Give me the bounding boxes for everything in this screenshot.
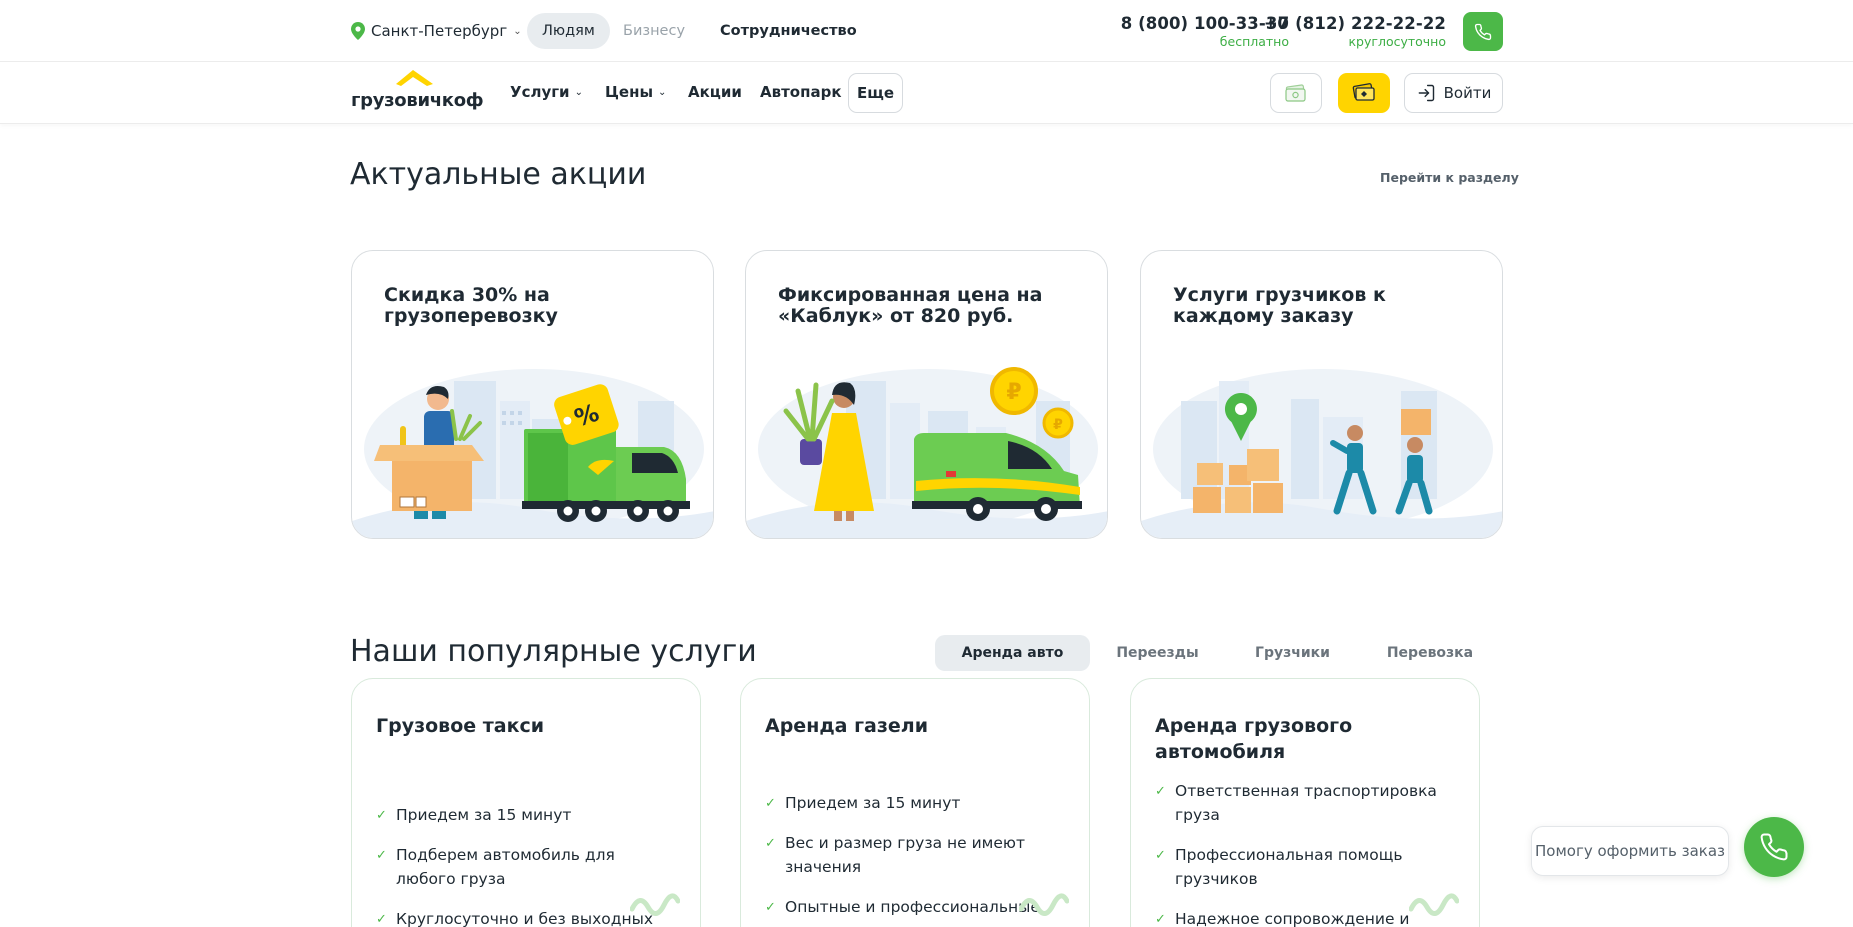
phone-number[interactable]: +7 (812) 222-22-22: [1264, 14, 1446, 33]
chevron-down-icon: ⌄: [513, 25, 522, 37]
promos-title: Актуальные акции: [350, 157, 647, 192]
squiggle-decor-icon: [1019, 893, 1069, 916]
bonus-button[interactable]: [1338, 73, 1390, 113]
login-button[interactable]: Войти: [1404, 73, 1503, 113]
chevron-down-icon: ⌄: [574, 86, 583, 98]
check-icon: ✓: [1155, 848, 1166, 863]
tab-movers[interactable]: Грузчики: [1225, 635, 1360, 671]
check-icon: ✓: [765, 900, 776, 915]
location-pin-icon: [351, 22, 365, 40]
service-card-title: Грузовое такси: [376, 715, 545, 737]
tab-car-rental[interactable]: Аренда авто: [935, 635, 1090, 671]
chevron-down-icon: ⌄: [658, 86, 667, 98]
promo-card-title: Фиксированная цена на «Каблук» от 820 ру…: [778, 284, 1043, 327]
promo-card-fixed-price[interactable]: Фиксированная цена на «Каблук» от 820 ру…: [745, 250, 1108, 539]
login-label: Войти: [1443, 84, 1492, 102]
phone-icon: [1474, 23, 1492, 40]
floating-call-button[interactable]: [1744, 817, 1804, 877]
nav-promos[interactable]: Акции: [688, 83, 742, 101]
nav-services[interactable]: Услуги ⌄: [510, 83, 583, 101]
check-icon: ✓: [376, 912, 387, 927]
nav-fleet-label: Автопарк: [760, 83, 842, 101]
tab-moving[interactable]: Переезды: [1090, 635, 1225, 671]
promos-section-link[interactable]: Перейти к разделу: [1380, 170, 1519, 185]
main-nav: грузовичкоф Услуги ⌄ Цены ⌄ Акции Автопа…: [0, 62, 1853, 124]
services-tabs: Аренда авто Переезды Грузчики Перевозка: [935, 635, 1500, 671]
wallet-icon: [1285, 84, 1306, 102]
phone-24h[interactable]: +7 (812) 222-22-22 круглосуточно: [1264, 14, 1446, 49]
logo-roof-icon: [396, 70, 433, 86]
more-button[interactable]: Еще: [848, 73, 903, 113]
logo[interactable]: грузовичкоф: [351, 68, 484, 118]
nav-promos-label: Акции: [688, 83, 742, 101]
check-icon: ✓: [765, 836, 776, 851]
squiggle-decor-icon: [630, 893, 680, 916]
tab-cooperation[interactable]: Сотрудничество: [705, 13, 872, 49]
service-card-gazelle-rental[interactable]: Аренда газели ✓ Приедем за 15 минут ✓ Вес …: [740, 678, 1090, 927]
svg-text:₽: ₽: [1053, 417, 1063, 433]
nav-prices[interactable]: Цены ⌄: [605, 83, 666, 101]
check-icon: ✓: [1155, 784, 1166, 799]
check-icon: ✓: [376, 848, 387, 863]
promo-illustration-movers: [1141, 369, 1502, 538]
feature-item: ✓ Подберем автомобиль для любого груза: [376, 846, 615, 888]
nav-prices-label: Цены: [605, 83, 654, 101]
help-bubble[interactable]: Помогу оформить заказ: [1531, 826, 1729, 876]
wallet-button[interactable]: [1270, 73, 1322, 113]
feature-item: ✓ Профессиональная помощь грузчиков: [1155, 846, 1403, 888]
promo-card-title: Скидка 30% на грузоперевозку: [384, 284, 558, 327]
city-name: Санкт-Петербург: [371, 22, 508, 40]
check-icon: ✓: [376, 808, 387, 823]
login-icon: [1418, 84, 1434, 102]
squiggle-decor-icon: [1409, 893, 1459, 916]
feature-item: ✓ Приедем за 15 минут: [765, 791, 1065, 815]
bonus-card-icon: [1352, 83, 1375, 101]
nav-services-label: Услуги: [510, 83, 570, 101]
feature-item: ✓ Приедем за 15 минут: [376, 803, 676, 827]
check-icon: ✓: [1155, 912, 1166, 927]
phone-note: круглосуточно: [1348, 34, 1447, 49]
feature-item: ✓ Вес и размер груза не имеют значения: [765, 834, 1025, 876]
city-selector[interactable]: Санкт-Петербург ⌄: [351, 20, 522, 42]
feature-item: ✓ Ответственная траспортировка груза: [1155, 782, 1437, 824]
call-button[interactable]: [1463, 12, 1503, 51]
nav-fleet[interactable]: Автопарк: [760, 83, 842, 101]
top-bar: Санкт-Петербург ⌄ Людям Бизнесу Сотрудни…: [0, 0, 1853, 62]
promo-card-discount[interactable]: Скидка 30% на грузоперевозку %: [351, 250, 714, 539]
promo-card-title: Услуги грузчиков к каждому заказу: [1173, 284, 1386, 327]
promo-illustration-fixed-price: ₽ ₽: [746, 367, 1107, 538]
promo-card-movers[interactable]: Услуги грузчиков к каждому заказу: [1140, 250, 1503, 539]
check-icon: ✓: [765, 796, 776, 811]
service-card-title: Аренда газели: [765, 715, 929, 737]
service-card-cargo-taxi[interactable]: Грузовое такси ✓ Приедем за 15 минут ✓ Под…: [351, 678, 701, 927]
tab-people[interactable]: Людям: [527, 13, 610, 49]
service-card-title: Аренда грузового автомобиля: [1155, 715, 1353, 763]
svg-text:₽: ₽: [1006, 380, 1021, 405]
services-title: Наши популярные услуги: [350, 634, 757, 669]
promo-illustration-discount: %: [352, 369, 713, 538]
service-card-truck-rental[interactable]: Аренда грузового автомобиля ✓ Ответственн…: [1130, 678, 1480, 927]
logo-text: грузовичкоф: [351, 90, 484, 111]
phone-icon: [1760, 833, 1788, 861]
tab-business[interactable]: Бизнесу: [608, 13, 700, 49]
tab-transportation[interactable]: Перевозка: [1360, 635, 1500, 671]
